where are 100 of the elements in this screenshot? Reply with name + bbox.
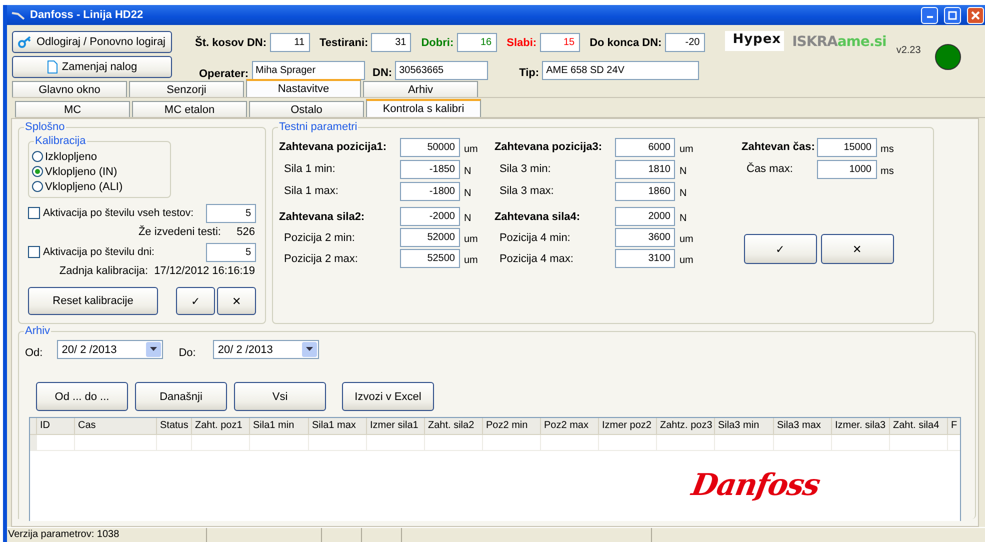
parameter-label: Zahtevan čas: bbox=[742, 141, 816, 153]
tab[interactable]: Arhiv bbox=[363, 81, 478, 97]
minimize-button[interactable] bbox=[921, 6, 938, 24]
info-field[interactable]: Miha Sprager bbox=[252, 60, 365, 80]
stat-field[interactable]: 11 bbox=[270, 33, 310, 52]
ame-logo: ame.si bbox=[837, 34, 886, 50]
number-field[interactable]: 5 bbox=[206, 242, 256, 262]
column-header[interactable]: Sila1 max bbox=[309, 418, 367, 434]
parameter-field[interactable]: 6000 bbox=[615, 138, 676, 156]
parameter-field[interactable]: -1850 bbox=[400, 160, 460, 178]
column-header[interactable]: Status bbox=[157, 418, 192, 434]
column-header[interactable]: Sila3 max bbox=[774, 418, 832, 434]
tab[interactable]: MC etalon bbox=[132, 101, 247, 117]
archive-button[interactable]: Današnji bbox=[135, 382, 227, 411]
radio-option[interactable]: Vklopljeno (ALI) bbox=[32, 179, 170, 194]
stat-field[interactable]: -20 bbox=[664, 33, 705, 52]
parameter-field[interactable]: 3100 bbox=[615, 249, 676, 268]
column-header[interactable]: Sila3 min bbox=[715, 418, 774, 434]
column-header[interactable]: Izmer poz2 bbox=[599, 418, 657, 434]
app-icon bbox=[11, 10, 25, 20]
unit-label: N bbox=[679, 212, 687, 224]
column-header[interactable]: F bbox=[948, 418, 960, 434]
date-field[interactable]: 20/ 2 /2013 bbox=[56, 340, 163, 359]
unit-label: um bbox=[464, 254, 478, 266]
tab[interactable]: Nastavitve bbox=[246, 79, 361, 97]
parameter-field[interactable]: 15000 bbox=[816, 138, 876, 156]
column-header[interactable]: Poz2 min bbox=[483, 418, 541, 434]
checkbox[interactable] bbox=[28, 246, 40, 258]
parameter-field[interactable]: 50000 bbox=[400, 138, 460, 156]
reset-calibration-button[interactable]: Reset kalibracije bbox=[28, 287, 158, 315]
parameter-field[interactable]: 2000 bbox=[615, 207, 676, 226]
header-button[interactable]: Zamenjaj nalog bbox=[12, 56, 172, 78]
close-button[interactable] bbox=[967, 6, 984, 24]
radio-option[interactable]: Vklopljeno (IN) bbox=[32, 164, 170, 179]
document-icon bbox=[46, 60, 58, 74]
column-header[interactable]: ID bbox=[37, 418, 75, 434]
group-title: Testni parametri bbox=[278, 120, 358, 134]
column-header[interactable]: Izmer. sila3 bbox=[832, 418, 890, 434]
column-header[interactable]: Izmer sila1 bbox=[367, 418, 425, 434]
number-field[interactable]: 5 bbox=[206, 204, 256, 222]
archive-button[interactable]: Izvozi v Excel bbox=[342, 382, 434, 411]
parameter-label: Sila 3 max: bbox=[498, 185, 555, 197]
archive-button[interactable]: Vsi bbox=[234, 382, 326, 411]
column-header[interactable]: Zaht. sila4 bbox=[890, 418, 948, 434]
cancel-button[interactable]: ✕ bbox=[820, 234, 894, 264]
parameter-field[interactable]: -1800 bbox=[400, 182, 460, 200]
maximize-button[interactable] bbox=[944, 6, 961, 24]
parameter-field[interactable]: 1810 bbox=[615, 160, 676, 178]
column-header[interactable]: Zahtz. poz3 bbox=[657, 418, 715, 434]
column-header[interactable]: Zaht. poz1 bbox=[192, 418, 250, 434]
parameter-field[interactable]: -2000 bbox=[400, 207, 460, 226]
column-header[interactable]: Cas bbox=[75, 418, 157, 434]
parameter-label: Zahtevana pozicija3: bbox=[494, 141, 604, 153]
tab[interactable]: Senzorji bbox=[129, 81, 244, 97]
radio-option[interactable]: Izklopljeno bbox=[32, 149, 170, 164]
status-text: Verzija parametrov: 1038 bbox=[7, 528, 207, 542]
parameter-label: Pozicija 2 min: bbox=[283, 232, 356, 244]
confirm-button[interactable]: ✓ bbox=[744, 234, 816, 264]
stat-label: Št. kosov DN: bbox=[195, 36, 267, 48]
confirm-button[interactable]: ✓ bbox=[176, 287, 215, 315]
unit-label: um bbox=[464, 233, 478, 245]
tab[interactable]: Kontrola s kalibri bbox=[366, 99, 481, 117]
stat-label: Dobri: bbox=[421, 36, 454, 48]
info-field[interactable]: AME 658 SD 24V bbox=[542, 60, 700, 80]
archive-button[interactable]: Od ... do ... bbox=[36, 382, 128, 411]
date-field[interactable]: 20/ 2 /2013 bbox=[212, 340, 319, 359]
iskra-logo: ISKRA bbox=[792, 34, 838, 50]
tab[interactable]: Glavno okno bbox=[12, 81, 127, 97]
checkbox[interactable] bbox=[28, 207, 40, 219]
window-title: Danfoss - Linija HD22 bbox=[30, 9, 144, 21]
info-label: DN: bbox=[372, 66, 392, 78]
column-header[interactable]: Sila1 min bbox=[250, 418, 309, 434]
parameter-field[interactable]: 52500 bbox=[400, 249, 460, 268]
parameter-field[interactable]: 1860 bbox=[615, 182, 676, 200]
dropdown-button[interactable] bbox=[302, 342, 317, 357]
unit-label: um bbox=[679, 142, 694, 154]
parameter-label: Zahtevana sila2: bbox=[279, 210, 366, 222]
info-field[interactable]: 30563665 bbox=[395, 60, 488, 80]
stat-field[interactable]: 15 bbox=[540, 33, 580, 52]
tab[interactable]: MC bbox=[15, 101, 130, 117]
stat-field[interactable]: 16 bbox=[456, 33, 497, 52]
parameter-field[interactable]: 52000 bbox=[400, 228, 460, 247]
unit-label: ms bbox=[880, 164, 894, 176]
parameter-label: Zahtevana pozicija1: bbox=[279, 141, 388, 153]
tab[interactable]: Ostalo bbox=[249, 101, 364, 117]
info-value: 526 bbox=[236, 226, 255, 238]
info-label: Že izvedeni testi: bbox=[138, 226, 221, 238]
column-header[interactable]: Zaht. sila2 bbox=[425, 418, 483, 434]
parameter-field[interactable]: 3600 bbox=[615, 228, 676, 247]
parameter-field[interactable]: 1000 bbox=[816, 160, 876, 178]
unit-label: um bbox=[679, 233, 694, 245]
cancel-button[interactable]: ✕ bbox=[217, 287, 256, 315]
column-header[interactable]: Poz2 max bbox=[541, 418, 599, 434]
maximize-icon bbox=[948, 10, 957, 20]
stat-field[interactable]: 31 bbox=[371, 33, 412, 52]
dropdown-button[interactable] bbox=[146, 342, 161, 357]
header-button[interactable]: Odlogiraj / Ponovno logiraj bbox=[12, 31, 172, 53]
caret-icon bbox=[150, 347, 157, 352]
to-label: Do: bbox=[178, 346, 196, 358]
parameter-label: Pozicija 2 max: bbox=[283, 252, 359, 264]
